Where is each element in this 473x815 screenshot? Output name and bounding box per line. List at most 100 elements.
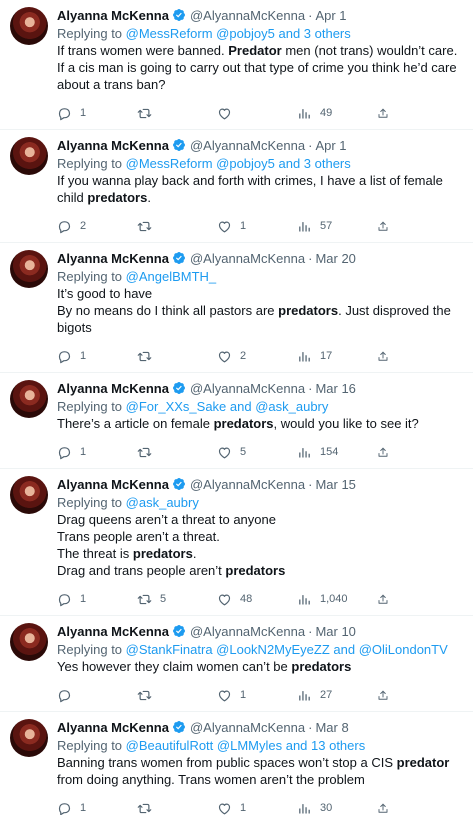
tweet[interactable]: Alyanna McKenna @AlyannaMcKenna · Mar 15…: [0, 469, 473, 616]
views-button[interactable]: 27: [297, 688, 377, 703]
replying-to-links[interactable]: @MessReform @pobjoy5 and 3 others: [126, 156, 351, 171]
views-button[interactable]: 17: [297, 349, 377, 364]
retweet-button[interactable]: [137, 106, 217, 121]
author-handle[interactable]: @AlyannaMcKenna: [190, 137, 305, 154]
author-name[interactable]: Alyanna McKenna: [57, 380, 169, 397]
author-name[interactable]: Alyanna McKenna: [57, 250, 169, 267]
like-button[interactable]: 1: [217, 688, 297, 703]
replying-to-links[interactable]: @StankFinatra @LookN2MyEyeZZ and @OliLon…: [126, 642, 448, 657]
reply-button[interactable]: 2: [57, 219, 137, 234]
like-button[interactable]: 1: [217, 219, 297, 234]
author-name[interactable]: Alyanna McKenna: [57, 623, 169, 640]
reply-icon: [58, 350, 71, 363]
views-button[interactable]: 154: [297, 445, 377, 460]
share-button[interactable]: [377, 801, 397, 815]
like-button[interactable]: [217, 106, 297, 121]
replying-to: Replying to @MessReform @pobjoy5 and 3 o…: [57, 25, 461, 42]
like-icon: [218, 690, 231, 701]
avatar[interactable]: [10, 250, 48, 288]
reply-count: 1: [80, 107, 87, 119]
reply-count: 1: [80, 802, 87, 814]
reply-count: 1: [80, 593, 87, 605]
share-icon: [378, 447, 388, 457]
retweet-button[interactable]: [137, 219, 217, 234]
author-handle[interactable]: @AlyannaMcKenna: [190, 623, 305, 640]
replying-to-links[interactable]: @ask_aubry: [126, 495, 199, 510]
reply-button[interactable]: 1: [57, 592, 137, 607]
like-icon: [218, 803, 231, 814]
reply-icon: [58, 689, 71, 702]
reply-button[interactable]: 1: [57, 349, 137, 364]
reply-button[interactable]: 1: [57, 445, 137, 460]
tweet-date[interactable]: Mar 8: [315, 719, 348, 736]
like-button[interactable]: 2: [217, 349, 297, 364]
author-name[interactable]: Alyanna McKenna: [57, 7, 169, 24]
share-icon: [378, 594, 388, 604]
author-name[interactable]: Alyanna McKenna: [57, 137, 169, 154]
replying-to-links[interactable]: @BeautifulRott @LMMyles and 13 others: [126, 738, 366, 753]
share-button[interactable]: [377, 688, 397, 703]
author-handle[interactable]: @AlyannaMcKenna: [190, 250, 305, 267]
retweet-button[interactable]: 5: [137, 592, 217, 607]
share-button[interactable]: [377, 219, 397, 234]
avatar[interactable]: [10, 380, 48, 418]
views-button[interactable]: 30: [297, 801, 377, 815]
tweet-date[interactable]: Mar 20: [315, 250, 355, 267]
tweet-date[interactable]: Mar 16: [315, 380, 355, 397]
tweet-text: Yes however they claim women can’t be pr…: [57, 659, 352, 674]
views-button[interactable]: 57: [297, 219, 377, 234]
share-button[interactable]: [377, 106, 397, 121]
reply-button[interactable]: [57, 688, 137, 703]
tweet-body: Alyanna McKenna @AlyannaMcKenna · Apr 1 …: [57, 136, 461, 242]
tweet-date[interactable]: Mar 15: [315, 476, 355, 493]
avatar[interactable]: [10, 719, 48, 757]
share-button[interactable]: [377, 592, 397, 607]
separator-dot: ·: [308, 623, 313, 639]
verified-icon: [173, 721, 185, 733]
author-handle[interactable]: @AlyannaMcKenna: [190, 476, 305, 493]
views-icon: [299, 690, 310, 700]
tweet[interactable]: Alyanna McKenna @AlyannaMcKenna · Apr 1 …: [0, 130, 473, 243]
avatar[interactable]: [10, 7, 48, 45]
tweet[interactable]: Alyanna McKenna @AlyannaMcKenna · Mar 16…: [0, 373, 473, 469]
author-handle[interactable]: @AlyannaMcKenna: [190, 380, 305, 397]
tweet[interactable]: Alyanna McKenna @AlyannaMcKenna · Mar 20…: [0, 243, 473, 373]
avatar[interactable]: [10, 623, 48, 661]
tweet-date[interactable]: Mar 10: [315, 623, 355, 640]
avatar[interactable]: [10, 137, 48, 175]
retweet-button[interactable]: [137, 688, 217, 703]
views-button[interactable]: 1,040: [297, 592, 377, 607]
author-name[interactable]: Alyanna McKenna: [57, 719, 169, 736]
retweet-button[interactable]: [137, 801, 217, 815]
reply-button[interactable]: 1: [57, 801, 137, 815]
avatar[interactable]: [10, 476, 48, 514]
reply-button[interactable]: 1: [57, 106, 137, 121]
tweet-date[interactable]: Apr 1: [315, 137, 346, 154]
replying-to-label: Replying to: [57, 495, 126, 510]
retweet-button[interactable]: [137, 445, 217, 460]
retweet-count: 5: [160, 593, 167, 605]
replying-to-links[interactable]: @MessReform @pobjoy5 and 3 others: [126, 26, 351, 41]
replying-to: Replying to @For_XXs_Sake and @ask_aubry: [57, 398, 461, 415]
like-button[interactable]: 48: [217, 592, 297, 607]
retweet-icon: [137, 351, 152, 361]
author-handle[interactable]: @AlyannaMcKenna: [190, 7, 305, 24]
replying-to-links[interactable]: @For_XXs_Sake and @ask_aubry: [126, 399, 329, 414]
author-name[interactable]: Alyanna McKenna: [57, 476, 169, 493]
tweet[interactable]: Alyanna McKenna @AlyannaMcKenna · Mar 8 …: [0, 712, 473, 815]
author-handle[interactable]: @AlyannaMcKenna: [190, 719, 305, 736]
replying-to-links[interactable]: @AngelBMTH_: [126, 269, 217, 284]
share-button[interactable]: [377, 445, 397, 460]
like-button[interactable]: 1: [217, 801, 297, 815]
share-button[interactable]: [377, 349, 397, 364]
retweet-button[interactable]: [137, 349, 217, 364]
reply-icon: [58, 593, 71, 606]
tweet[interactable]: Alyanna McKenna @AlyannaMcKenna · Mar 10…: [0, 616, 473, 712]
views-button[interactable]: 49: [297, 106, 377, 121]
view-count: 49: [320, 107, 333, 119]
replying-to: Replying to @BeautifulRott @LMMyles and …: [57, 737, 461, 754]
replying-to-label: Replying to: [57, 642, 126, 657]
tweet[interactable]: Alyanna McKenna @AlyannaMcKenna · Apr 1 …: [0, 0, 473, 130]
tweet-date[interactable]: Apr 1: [315, 7, 346, 24]
like-button[interactable]: 5: [217, 445, 297, 460]
